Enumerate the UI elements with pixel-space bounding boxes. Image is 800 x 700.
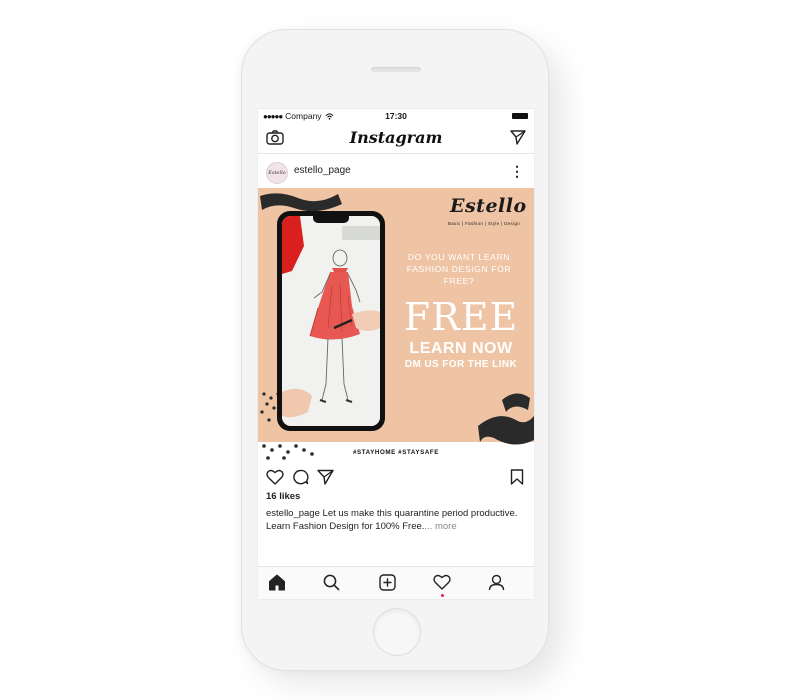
app-logo: Instagram bbox=[349, 128, 443, 147]
dress-sketch bbox=[282, 216, 380, 426]
post-caption: estello_page Let us make this quarantine… bbox=[266, 507, 528, 533]
status-bar: ●●●●● Company 17:30 bbox=[258, 109, 534, 123]
promo-cta: LEARN NOW bbox=[409, 340, 513, 357]
promo-hashtags: #STAYHOME #STAYSAFE bbox=[352, 449, 439, 456]
post-image[interactable]: Estello Basic | Fashion | Style | Design… bbox=[258, 188, 534, 464]
promo-question: DO YOU WANT LEARN FASHION DESIGN FOR FRE… bbox=[406, 252, 512, 286]
avatar[interactable]: Estello bbox=[266, 162, 288, 184]
post-phone-mockup bbox=[277, 211, 385, 431]
fashion-sketch-illustration bbox=[282, 216, 380, 426]
bookmark-icon[interactable] bbox=[510, 469, 524, 485]
promo-sub-cta: DM US FOR THE LINK bbox=[404, 359, 518, 370]
app-header: Instagram bbox=[258, 123, 534, 154]
search-icon[interactable] bbox=[323, 574, 340, 591]
more-options-icon[interactable]: ⋮ bbox=[510, 163, 524, 180]
phone-device: ●●●●● Company 17:30 Instagram Estello es… bbox=[242, 30, 548, 670]
battery-icon bbox=[512, 113, 528, 119]
mockup-notch bbox=[313, 216, 349, 223]
caption-more-link[interactable]: ... more bbox=[424, 521, 456, 532]
home-icon[interactable] bbox=[268, 574, 286, 591]
brand-logo: Estello bbox=[450, 195, 527, 217]
brand-tagline: Basic | Fashion | Style | Design bbox=[448, 221, 521, 226]
heart-icon[interactable] bbox=[266, 469, 284, 485]
post-username[interactable]: estello_page bbox=[294, 165, 351, 176]
caption-username[interactable]: estello_page bbox=[266, 508, 320, 519]
status-time: 17:30 bbox=[385, 111, 407, 121]
notification-dot bbox=[440, 594, 444, 597]
post-actions bbox=[258, 464, 534, 490]
promo-headline: FREE bbox=[403, 295, 519, 339]
home-button[interactable] bbox=[373, 608, 421, 656]
direct-message-icon[interactable] bbox=[510, 130, 526, 145]
share-icon[interactable] bbox=[317, 469, 334, 485]
phone-screen: ●●●●● Company 17:30 Instagram Estello es… bbox=[257, 108, 535, 600]
likes-count[interactable]: 16 likes bbox=[266, 491, 300, 502]
earpiece-speaker bbox=[371, 67, 421, 72]
profile-icon[interactable] bbox=[488, 574, 505, 591]
add-post-icon[interactable] bbox=[379, 574, 396, 591]
post-header: Estello estello_page ⋮ bbox=[258, 154, 534, 188]
bottom-tab-bar bbox=[258, 566, 534, 599]
activity-heart-icon[interactable] bbox=[433, 574, 451, 590]
comment-icon[interactable] bbox=[292, 469, 309, 485]
